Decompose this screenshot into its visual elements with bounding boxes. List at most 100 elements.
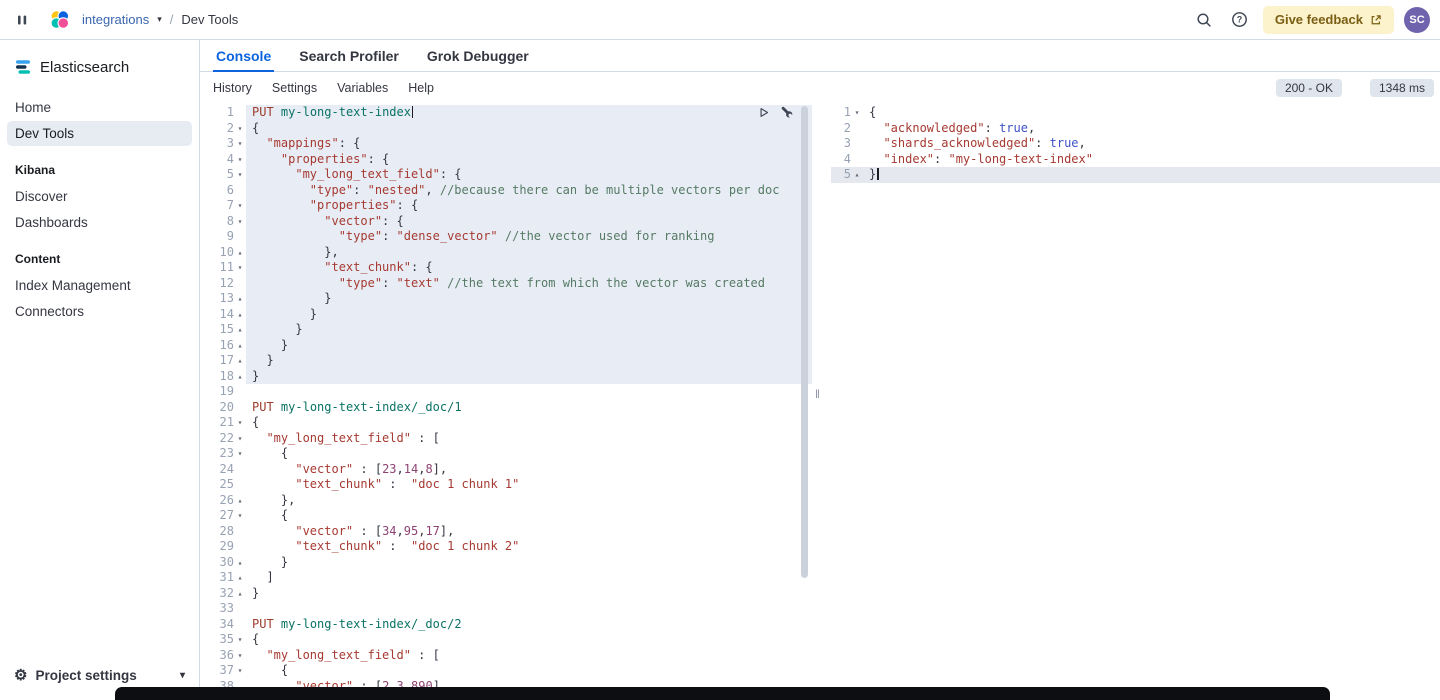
code-text[interactable]: } <box>246 369 812 385</box>
sidebar-item-home[interactable]: Home <box>7 95 192 120</box>
code-text[interactable]: { <box>246 663 812 679</box>
fold-toggle-icon[interactable]: ▾ <box>234 415 246 431</box>
fold-toggle-icon[interactable]: ▾ <box>234 663 246 679</box>
code-text[interactable]: "vector": { <box>246 214 812 230</box>
code-line[interactable]: 29 "text_chunk" : "doc 1 chunk 2" <box>200 539 812 555</box>
code-line[interactable]: 4 "index": "my-long-text-index" <box>831 152 1440 168</box>
code-line[interactable]: 4▾ "properties": { <box>200 152 812 168</box>
code-line[interactable]: 22▾ "my_long_text_field" : [ <box>200 431 812 447</box>
fold-toggle-icon[interactable]: ▾ <box>234 121 246 137</box>
fold-toggle-icon[interactable]: ▴ <box>234 555 246 571</box>
fold-toggle-icon[interactable] <box>851 136 863 152</box>
code-text[interactable]: "type": "nested", //because there can be… <box>246 183 812 199</box>
code-line[interactable]: 20PUT my-long-text-index/_doc/1 <box>200 400 812 416</box>
fold-toggle-icon[interactable]: ▴ <box>234 245 246 261</box>
fold-toggle-icon[interactable] <box>851 152 863 168</box>
fold-toggle-icon[interactable] <box>234 539 246 555</box>
sidebar-item-connectors[interactable]: Connectors <box>7 299 192 324</box>
code-text[interactable]: } <box>246 322 812 338</box>
code-line[interactable]: 11▾ "text_chunk": { <box>200 260 812 276</box>
code-text[interactable]: { <box>246 446 812 462</box>
code-text[interactable]: } <box>246 353 812 369</box>
fold-toggle-icon[interactable]: ▾ <box>234 167 246 183</box>
code-line[interactable]: 5▾ "my_long_text_field": { <box>200 167 812 183</box>
menu-history[interactable]: History <box>213 81 252 95</box>
code-text[interactable]: "my_long_text_field" : [ <box>246 648 812 664</box>
fold-toggle-icon[interactable] <box>234 400 246 416</box>
code-text[interactable]: "text_chunk" : "doc 1 chunk 1" <box>246 477 812 493</box>
code-text[interactable] <box>246 601 812 617</box>
breadcrumb-integrations[interactable]: integrations <box>82 12 149 27</box>
fold-toggle-icon[interactable]: ▾ <box>234 136 246 152</box>
code-line[interactable]: 15▴ } <box>200 322 812 338</box>
fold-toggle-icon[interactable]: ▾ <box>234 260 246 276</box>
menu-settings[interactable]: Settings <box>272 81 317 95</box>
fold-toggle-icon[interactable]: ▴ <box>234 307 246 323</box>
help-icon[interactable]: ? <box>1227 7 1253 33</box>
code-text[interactable]: "properties": { <box>246 152 812 168</box>
code-text[interactable]: PUT my-long-text-index <box>246 105 812 121</box>
code-line[interactable]: 6 "type": "nested", //because there can … <box>200 183 812 199</box>
code-text[interactable]: } <box>246 555 812 571</box>
code-line[interactable]: 2▾{ <box>200 121 812 137</box>
code-line[interactable]: 28 "vector" : [34,95,17], <box>200 524 812 540</box>
code-line[interactable]: 17▴ } <box>200 353 812 369</box>
code-line[interactable]: 3 "shards_acknowledged": true, <box>831 136 1440 152</box>
code-line[interactable]: 18▴} <box>200 369 812 385</box>
fold-toggle-icon[interactable] <box>234 105 246 121</box>
avatar[interactable]: SC <box>1404 7 1430 33</box>
fold-toggle-icon[interactable]: ▴ <box>234 493 246 509</box>
fold-toggle-icon[interactable]: ▾ <box>234 431 246 447</box>
sidebar-item-discover[interactable]: Discover <box>7 184 192 209</box>
code-line[interactable]: 19 <box>200 384 812 400</box>
fold-toggle-icon[interactable]: ▴ <box>234 353 246 369</box>
code-line[interactable]: 7▾ "properties": { <box>200 198 812 214</box>
fold-toggle-icon[interactable]: ▾ <box>234 198 246 214</box>
chevron-down-icon[interactable]: ▾ <box>157 15 162 24</box>
code-text[interactable]: }, <box>246 493 812 509</box>
code-line[interactable]: 3▾ "mappings": { <box>200 136 812 152</box>
code-text[interactable]: "vector" : [23,14,8], <box>246 462 812 478</box>
pane-resize-handle[interactable]: ‖ <box>815 387 820 401</box>
fold-toggle-icon[interactable]: ▾ <box>234 632 246 648</box>
code-text[interactable]: "vector" : [34,95,17], <box>246 524 812 540</box>
fold-toggle-icon[interactable] <box>234 601 246 617</box>
code-text[interactable]: { <box>246 632 812 648</box>
code-line[interactable]: 8▾ "vector": { <box>200 214 812 230</box>
code-text[interactable]: "mappings": { <box>246 136 812 152</box>
code-line[interactable]: 33 <box>200 601 812 617</box>
elastic-logo[interactable] <box>46 7 72 33</box>
code-line[interactable]: 26▴ }, <box>200 493 812 509</box>
code-text[interactable]: } <box>246 586 812 602</box>
fold-toggle-icon[interactable] <box>234 276 246 292</box>
fold-toggle-icon[interactable]: ▴ <box>234 369 246 385</box>
sidebar-item-dashboards[interactable]: Dashboards <box>7 210 192 235</box>
fold-toggle-icon[interactable]: ▾ <box>234 214 246 230</box>
code-line[interactable]: 1PUT my-long-text-index <box>200 105 812 121</box>
give-feedback-button[interactable]: Give feedback <box>1263 6 1394 34</box>
code-text[interactable]: }, <box>246 245 812 261</box>
code-line[interactable]: 23▾ { <box>200 446 812 462</box>
request-options-wrench-icon[interactable] <box>778 105 794 120</box>
code-text[interactable]: "type": "text" //the text from which the… <box>246 276 812 292</box>
code-text[interactable]: "text_chunk" : "doc 1 chunk 2" <box>246 539 812 555</box>
fold-toggle-icon[interactable] <box>234 462 246 478</box>
code-line[interactable]: 12 "type": "text" //the text from which … <box>200 276 812 292</box>
sidebar-item-index-management[interactable]: Index Management <box>7 273 192 298</box>
fold-toggle-icon[interactable] <box>234 524 246 540</box>
code-text[interactable]: } <box>246 338 812 354</box>
code-line[interactable]: 34PUT my-long-text-index/_doc/2 <box>200 617 812 633</box>
tab-console[interactable]: Console <box>213 40 274 71</box>
code-text[interactable]: "properties": { <box>246 198 812 214</box>
code-line[interactable]: 35▾{ <box>200 632 812 648</box>
fold-toggle-icon[interactable]: ▾ <box>234 648 246 664</box>
code-text[interactable]: "shards_acknowledged": true, <box>863 136 1440 152</box>
code-text[interactable]: "my_long_text_field": { <box>246 167 812 183</box>
fold-toggle-icon[interactable]: ▴ <box>234 322 246 338</box>
code-line[interactable]: 21▾{ <box>200 415 812 431</box>
code-text[interactable]: ] <box>246 570 812 586</box>
code-line[interactable]: 31▴ ] <box>200 570 812 586</box>
code-text[interactable]: } <box>246 307 812 323</box>
fold-toggle-icon[interactable] <box>234 384 246 400</box>
code-line[interactable]: 24 "vector" : [23,14,8], <box>200 462 812 478</box>
